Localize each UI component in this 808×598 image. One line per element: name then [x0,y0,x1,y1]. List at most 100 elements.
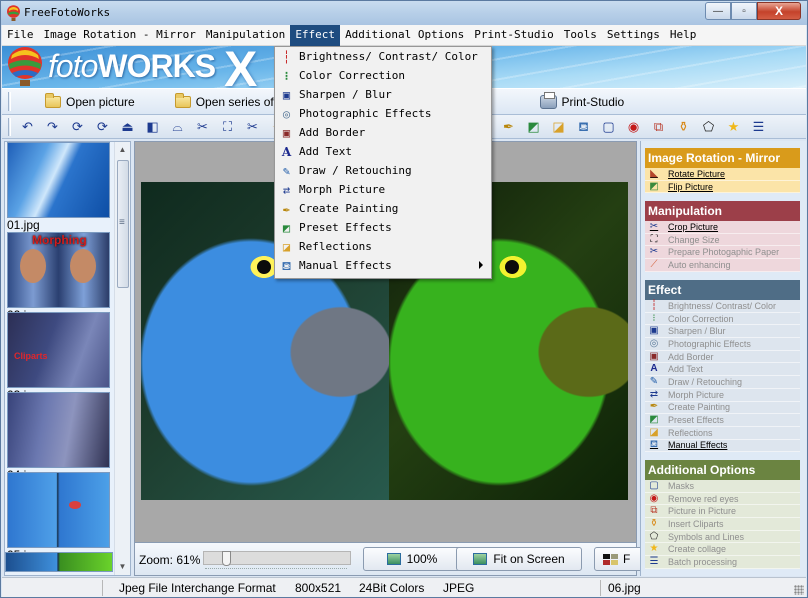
task-masks[interactable]: ▢ Masks [645,480,800,493]
menu-item-add-text[interactable]: A Add Text [275,142,491,161]
task-photographic-effects[interactable]: ◎ Photographic Effects [645,338,800,351]
task-prepare-paper[interactable]: ✂ Prepare Photogaphic Paper [645,246,800,260]
print-studio-button[interactable]: Print-Studio [539,91,624,109]
create-painting-icon[interactable]: ✒ [500,118,517,135]
menu-item-add-border[interactable]: ▣ Add Border [275,123,491,142]
menu-item-manual-effects[interactable]: ⛾ Manual Effects [275,256,491,275]
menu-settings[interactable]: Settings [602,25,665,46]
task-picture-in-picture[interactable]: ⧉ Picture in Picture [645,505,800,519]
open-picture-button[interactable]: Open picture [45,92,135,109]
menu-item-color-correction[interactable]: ⁝ Color Correction [275,66,491,85]
task-draw-retouching[interactable]: ✎ Draw / Retouching [645,376,800,389]
thumbnail-image[interactable] [5,552,113,572]
thumbnail-scrollbar[interactable]: ▲ ▼ [114,142,130,575]
menu-additional-options[interactable]: Additional Options [340,25,469,46]
rotate-left-icon[interactable]: ↶ [19,118,36,135]
thumbnail-item[interactable]: 01.jpg [7,142,110,232]
red-eye-icon[interactable]: ◉ [625,118,642,135]
manual-effects-icon[interactable]: ⛾ [575,118,592,135]
task-create-painting[interactable]: ✒ Create Painting [645,401,800,415]
menu-file[interactable]: File [2,25,39,46]
menu-item-morph-picture[interactable]: ⇄ Morph Picture [275,180,491,199]
mirror-icon[interactable]: ◧ [144,118,161,135]
task-group-header[interactable]: Manipulation [645,201,800,221]
task-group-header[interactable]: Additional Options [645,460,800,480]
thumbnail-image[interactable]: Cliparts [7,312,110,388]
rotate-right-icon[interactable]: ↷ [44,118,61,135]
scroll-up-icon[interactable]: ▲ [115,142,130,158]
toolbar-grip[interactable] [8,92,11,111]
task-reflections[interactable]: ◪ Reflections [645,427,800,440]
menu-print-studio[interactable]: Print-Studio [469,25,558,46]
menu-help[interactable]: Help [665,25,702,46]
thumbnail-item[interactable]: Morphing 02.jpg [7,232,110,322]
resize-icon[interactable]: ⛶ [219,118,236,135]
task-color-correction[interactable]: ⁝ Color Correction [645,313,800,326]
fit-on-screen-button[interactable]: Fit on Screen [456,547,582,571]
symbols-lines-icon[interactable]: ⬠ [700,118,717,135]
task-remove-red-eyes[interactable]: ◉ Remove red eyes [645,493,800,506]
menu-item-reflections[interactable]: ◪ Reflections [275,237,491,256]
thumbnail-item-selected[interactable] [5,552,113,572]
menu-manipulation[interactable]: Manipulation [201,25,290,46]
menu-item-preset-effects[interactable]: ◩ Preset Effects [275,218,491,237]
rotate-ccw-icon[interactable]: ⟳ [69,118,86,135]
menu-item-sharpen-blur[interactable]: ▣ Sharpen / Blur [275,85,491,104]
zoom-slider[interactable] [203,551,351,566]
task-symbols-lines[interactable]: ⬠ Symbols and Lines [645,531,800,544]
thumbnail-image[interactable] [7,142,110,218]
menu-item-photographic-effects[interactable]: ◎ Photographic Effects [275,104,491,123]
menu-item-create-painting[interactable]: ✒ Create Painting [275,199,491,218]
task-insert-cliparts[interactable]: ⚱ Insert Cliparts [645,518,800,531]
task-group-header[interactable]: Image Rotation - Mirror [645,148,800,168]
task-manual-effects[interactable]: ⛾ Manual Effects [645,439,800,453]
task-morph-picture[interactable]: ⇄ Morph Picture [645,389,800,402]
zoom-100-button[interactable]: 100% [363,547,461,571]
menu-item-brightness[interactable]: ┆ Brightness/ Contrast/ Color [275,47,491,66]
cliparts-icon[interactable]: ⚱ [675,118,692,135]
maximize-button[interactable]: ▫ [731,2,757,20]
preset-effects-icon[interactable]: ◩ [525,118,542,135]
masks-icon[interactable]: ▢ [600,118,617,135]
reflections-icon[interactable]: ◪ [550,118,567,135]
thumbnail-image[interactable] [7,392,110,468]
thumbnail-image[interactable] [7,472,110,548]
task-rotate-picture[interactable]: ◣ Rotate Picture [645,168,800,181]
menu-item-draw-retouching[interactable]: ✎ Draw / Retouching [275,161,491,180]
task-create-collage[interactable]: ★ Create collage [645,543,800,557]
thumbnail-item[interactable]: 05.jpg [7,472,110,562]
crop-icon[interactable]: ✂ [194,118,211,135]
collage-icon[interactable]: ★ [725,118,742,135]
scrollbar-thumb[interactable] [117,160,129,288]
rotate-cw-icon[interactable]: ⟳ [94,118,111,135]
task-batch-processing[interactable]: ☰ Batch processing [645,556,800,569]
minimize-button[interactable]: — [705,2,731,20]
scroll-down-icon[interactable]: ▼ [115,559,130,575]
task-add-border[interactable]: ▣ Add Border [645,351,800,364]
close-button[interactable]: X [757,2,801,20]
compare-view-button[interactable]: F [594,547,644,571]
task-group-header[interactable]: Effect [645,280,800,300]
perspective-icon[interactable]: ⌓ [169,118,186,135]
thumbnail-item[interactable]: Cliparts 03.jpg [7,312,110,402]
task-crop-picture[interactable]: ✂ Crop Picture [645,221,800,234]
task-add-text[interactable]: A Add Text [645,363,800,377]
menu-image-rotation[interactable]: Image Rotation - Mirror [39,25,201,46]
thumbnail-item[interactable]: 04.jpg [7,392,110,482]
toolbar-grip[interactable] [8,117,11,136]
task-change-size[interactable]: ⛶ Change Size [645,234,800,247]
photo-paper-icon[interactable]: ✂ [244,118,261,135]
batch-icon[interactable]: ☰ [750,118,767,135]
menu-effect[interactable]: Effect [290,25,341,46]
task-preset-effects[interactable]: ◩ Preset Effects [645,414,800,427]
task-flip-picture[interactable]: ◩ Flip Picture [645,181,800,194]
task-auto-enhancing[interactable]: ⟋ Auto enhancing [645,259,800,272]
task-brightness[interactable]: ┆ Brightness/ Contrast/ Color [645,300,800,313]
flip-icon[interactable]: ⏏ [119,118,136,135]
zoom-slider-handle[interactable] [222,551,231,566]
task-sharpen-blur[interactable]: ▣ Sharpen / Blur [645,325,800,339]
picture-in-picture-icon[interactable]: ⧉ [650,118,667,135]
resize-grip[interactable] [794,585,804,595]
menu-tools[interactable]: Tools [559,25,602,46]
thumbnail-image[interactable]: Morphing [7,232,110,308]
